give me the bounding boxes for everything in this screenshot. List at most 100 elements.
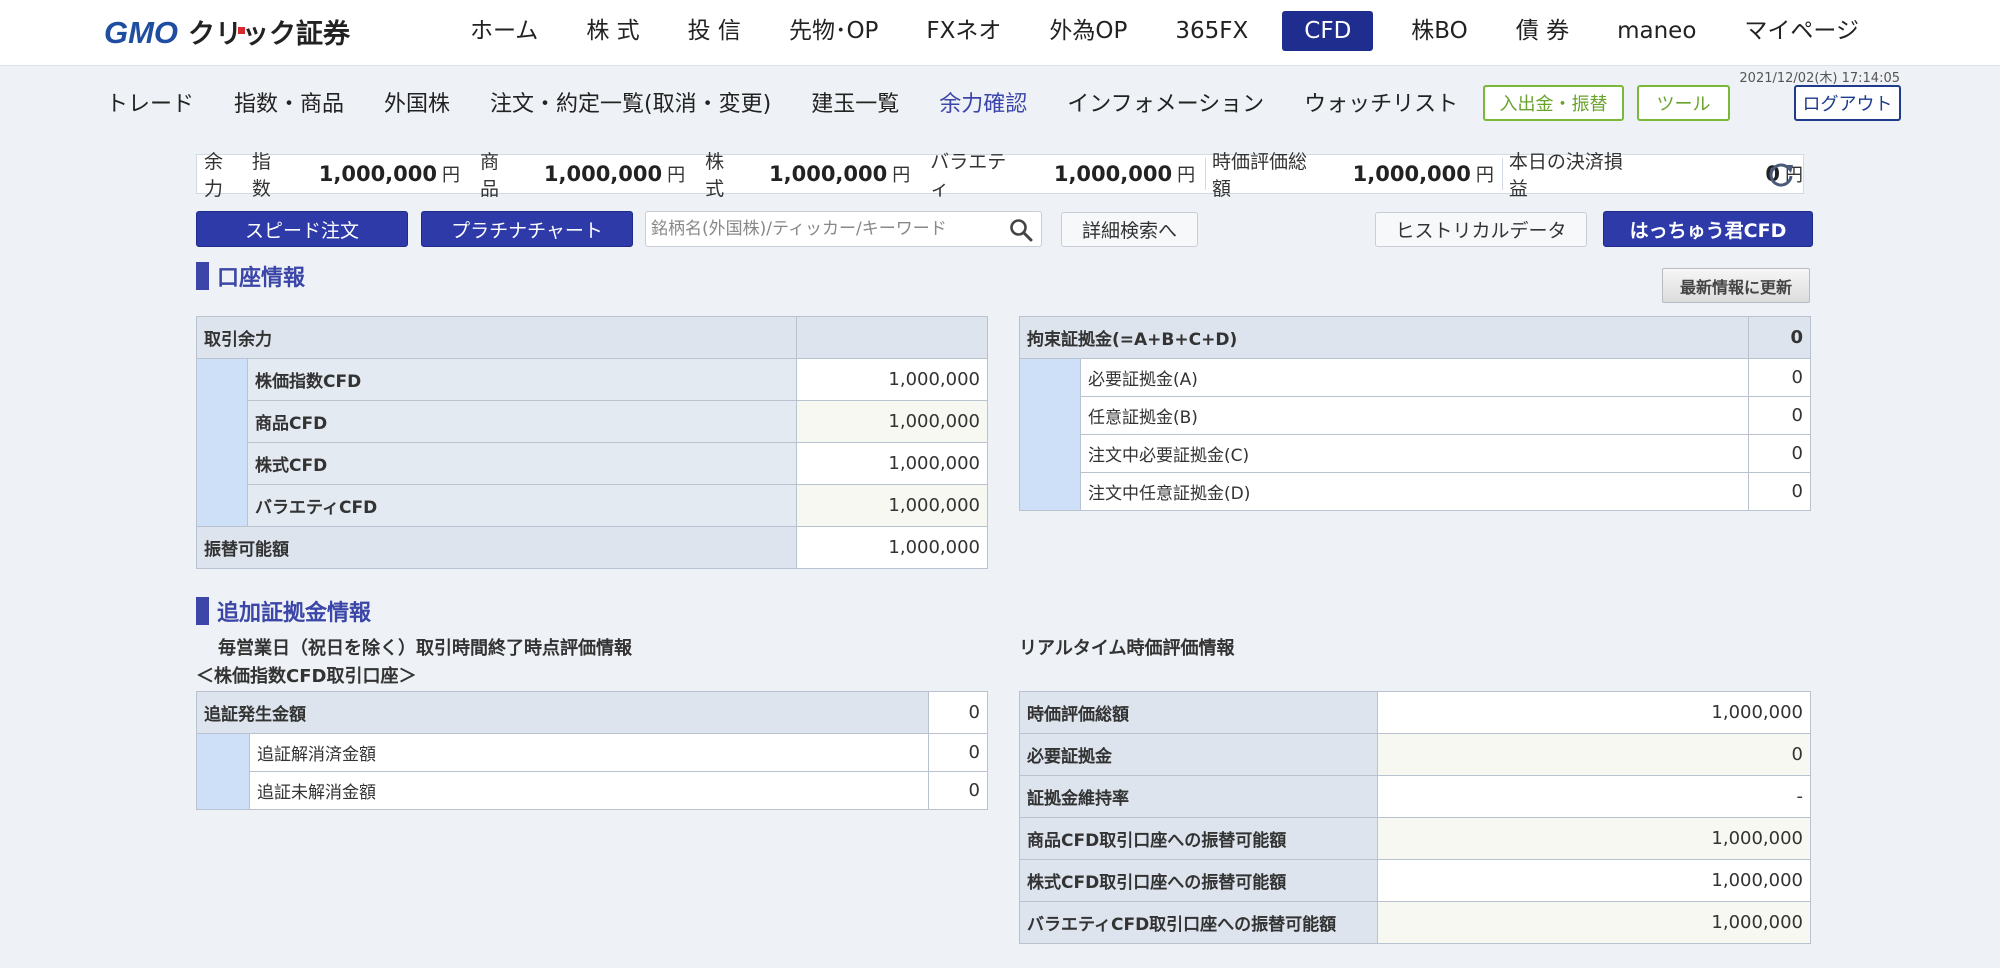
top-header: GMO クリック証券 ホーム 株 式 投 信 先物･OP FXネオ 外為OP 3… <box>0 0 2000 66</box>
table-row: 追証発生金額 0 <box>195 691 988 734</box>
current-datetime: 2021/12/02(木) 17:14:05 <box>1739 71 1900 86</box>
subnav-information[interactable]: インフォメーション <box>1067 86 1264 118</box>
margin-call-header-value: 0 <box>928 691 988 734</box>
nav-futures-op[interactable]: 先物･OP <box>765 11 902 51</box>
sub-nav: トレード 指数・商品 外国株 注文・約定一覧(取消・変更) 建玉一覧 余力確認 … <box>106 84 1498 120</box>
summary-unit: 円 <box>892 165 911 186</box>
trading-capacity-header: 取引余力 <box>195 316 798 359</box>
table-row: 任意証拠金(B) 0 <box>1020 396 1811 435</box>
row-label: 注文中任意証拠金(D) <box>1079 472 1750 511</box>
table-row: 注文中任意証拠金(D) 0 <box>1020 472 1811 511</box>
account-info-title: 口座情報 <box>217 266 306 291</box>
table-row: 株式CFD取引口座への振替可能額 1,000,000 <box>1019 859 1811 902</box>
summary-unit: 円 <box>667 165 686 186</box>
row-label: 任意証拠金(B) <box>1079 396 1750 435</box>
subnav-watchlist[interactable]: ウォッチリスト <box>1304 86 1458 118</box>
nav-stocks[interactable]: 株 式 <box>562 11 663 51</box>
row-label: 株式CFD <box>246 442 798 485</box>
summary-valuation-value: 1,000,000 <box>1352 162 1471 186</box>
row-value: - <box>1377 775 1811 818</box>
row-label: バラエティCFD <box>246 484 798 527</box>
row-value: 1,000,000 <box>796 358 988 401</box>
summary-variety-value: 1,000,000 <box>1053 162 1173 186</box>
summary-unit: 円 <box>1475 165 1494 186</box>
row-value: 0 <box>928 771 988 810</box>
summary-yoryoku-label: 余力 <box>204 151 224 200</box>
nav-funds[interactable]: 投 信 <box>664 11 765 51</box>
summary-commodity-label: 商品 <box>480 151 500 200</box>
account-info-heading: 口座情報 <box>196 262 306 291</box>
row-label: 注文中必要証拠金(C) <box>1079 434 1750 473</box>
nav-mypage[interactable]: マイページ <box>1720 11 1883 51</box>
nav-maneo[interactable]: maneo <box>1593 11 1720 51</box>
logout-button[interactable]: ログアウト <box>1794 85 1901 121</box>
subnav-positions[interactable]: 建玉一覧 <box>811 86 899 118</box>
margin-header: 拘束証拠金(=A+B+C+D) <box>1018 316 1750 359</box>
subnav-index-commodity[interactable]: 指数・商品 <box>234 86 344 118</box>
subnav-foreign-stocks[interactable]: 外国株 <box>384 86 450 118</box>
subnav-capacity-check[interactable]: 余力確認 <box>939 86 1027 118</box>
row-value: 0 <box>928 733 988 772</box>
nav-bonds[interactable]: 債 券 <box>1492 11 1593 51</box>
nav-fx-op[interactable]: 外為OP <box>1025 11 1151 51</box>
row-value: 1,000,000 <box>796 442 988 485</box>
eod-valuation-heading: 毎営業日（祝日を除く）取引時間終了時点評価情報 <box>218 638 632 659</box>
tool-button[interactable]: ツール <box>1637 85 1730 121</box>
row-value: 1,000,000 <box>1377 901 1811 944</box>
row-label: 商品CFD <box>246 400 798 443</box>
detail-search-button[interactable]: 詳細検索へ <box>1061 212 1198 247</box>
platinum-chart-button[interactable]: プラチナチャート <box>421 211 633 247</box>
search-input[interactable] <box>646 219 996 239</box>
indent-cell <box>1019 358 1081 511</box>
nav-fx-neo[interactable]: FXネオ <box>902 11 1025 51</box>
row-label: 商品CFD取引口座への振替可能額 <box>1019 817 1378 860</box>
trading-capacity-header-value <box>796 316 988 359</box>
summary-variety-label: バラエティ <box>930 151 1007 200</box>
row-label: バラエティCFD取引口座への振替可能額 <box>1019 901 1378 944</box>
logo-image: GMO クリック証券 <box>104 15 351 49</box>
indent-cell <box>196 358 248 527</box>
table-row: 拘束証拠金(=A+B+C+D) 0 <box>1018 316 1811 359</box>
table-row: 株式CFD 1,000,000 <box>197 442 988 485</box>
row-label: 時価評価総額 <box>1019 691 1378 734</box>
summary-divider <box>1501 158 1503 190</box>
summary-commodity-value: 1,000,000 <box>543 162 663 186</box>
capacity-summary-bar: 余力 指数 1,000,000 円 商品 1,000,000 円 株式 1,00… <box>196 151 1804 200</box>
row-value: 0 <box>1377 733 1811 776</box>
subnav-order-list[interactable]: 注文・約定一覧(取消・変更) <box>490 86 771 118</box>
svg-text:GMO: GMO <box>104 15 178 49</box>
table-row: 株価指数CFD 1,000,000 <box>196 358 988 527</box>
row-value: 0 <box>1748 434 1811 473</box>
additional-margin-heading: 追加証拠金情報 <box>196 597 371 626</box>
nav-cfd[interactable]: CFD <box>1282 11 1374 51</box>
realtime-valuation-table: 時価評価総額 1,000,000 必要証拠金 0 証拠金維持率 - 商品CFD取… <box>1019 691 1811 944</box>
table-row: 必要証拠金 0 <box>1019 733 1811 776</box>
nav-stock-bo[interactable]: 株BO <box>1387 11 1491 51</box>
subnav-trade[interactable]: トレード <box>106 86 194 118</box>
gmo-click-logo[interactable]: GMO クリック証券 <box>104 14 416 50</box>
table-row: 商品CFD取引口座への振替可能額 1,000,000 <box>1019 817 1811 860</box>
nav-home[interactable]: ホーム <box>446 11 562 51</box>
heading-marker <box>196 262 209 290</box>
summary-pnl-label: 本日の決済損益 <box>1508 151 1623 200</box>
row-label: 追証未解消金額 <box>248 771 930 810</box>
speed-order-button[interactable]: スピード注文 <box>196 211 408 247</box>
hacchu-cfd-button[interactable]: はっちゅう君CFD <box>1603 211 1813 247</box>
heading-marker <box>196 597 209 625</box>
transferable-label: 振替可能額 <box>195 526 798 569</box>
table-row: 商品CFD 1,000,000 <box>197 400 988 443</box>
historical-data-button[interactable]: ヒストリカルデータ <box>1375 212 1587 247</box>
summary-stock-label: 株式 <box>705 151 725 200</box>
nav-365fx[interactable]: 365FX <box>1151 11 1272 51</box>
table-row: 注文中必要証拠金(C) 0 <box>1020 434 1811 473</box>
deposit-transfer-button[interactable]: 入出金・振替 <box>1483 85 1624 121</box>
row-value: 1,000,000 <box>1377 691 1811 734</box>
table-row: バラエティCFD取引口座への振替可能額 1,000,000 <box>1019 901 1811 944</box>
update-latest-button[interactable]: 最新情報に更新 <box>1662 268 1810 303</box>
margin-header-value: 0 <box>1748 316 1811 359</box>
row-value: 1,000,000 <box>1377 859 1811 902</box>
row-value: 1,000,000 <box>796 400 988 443</box>
table-row: 追証解消済金額 0 <box>196 733 988 810</box>
refresh-icon[interactable] <box>1767 161 1795 189</box>
search-icon[interactable] <box>1009 218 1033 242</box>
